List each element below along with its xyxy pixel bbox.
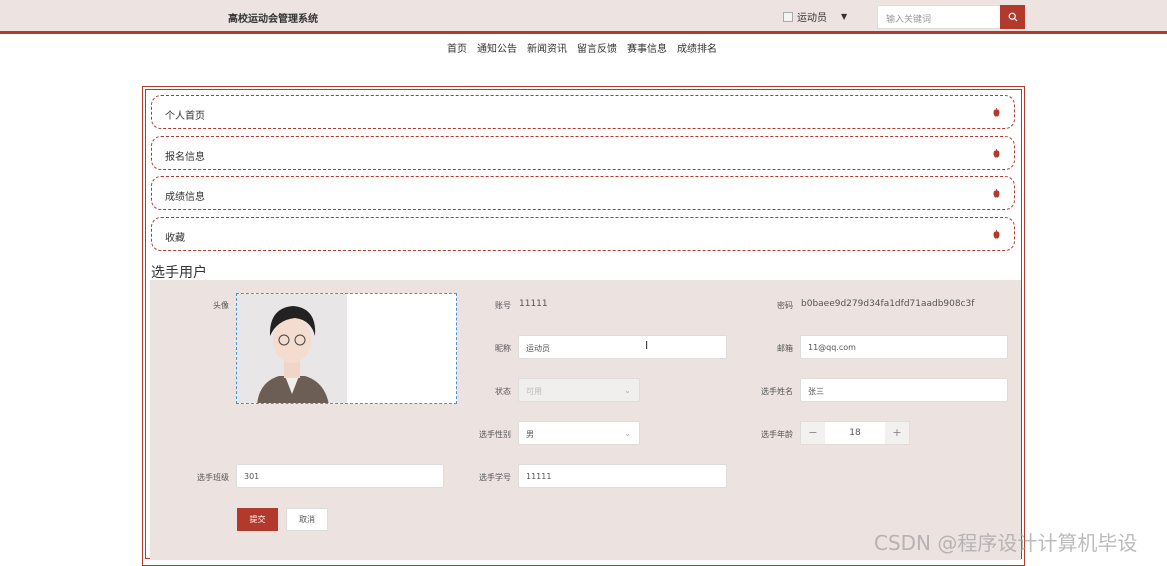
- apple-icon: [993, 149, 1000, 158]
- email-label: 邮箱: [777, 344, 793, 353]
- search-button[interactable]: [1000, 5, 1025, 29]
- nickname-label: 昵称: [495, 344, 511, 353]
- increment-button[interactable]: +: [885, 422, 909, 444]
- avatar-label: 头像: [213, 301, 229, 310]
- menu-item-favorites[interactable]: 收藏: [151, 217, 1015, 251]
- chevron-down-icon: ⌄: [624, 429, 631, 438]
- menu-item-registration[interactable]: 报名信息: [151, 136, 1015, 170]
- search-icon: [1008, 12, 1017, 22]
- user-role: 运动员: [797, 13, 827, 24]
- site-title: 高校运动会管理系统: [228, 14, 318, 25]
- age-value[interactable]: 18: [825, 422, 885, 444]
- nav-notices[interactable]: 通知公告: [477, 40, 517, 55]
- menu-item-scores[interactable]: 成绩信息: [151, 176, 1015, 210]
- password-label: 密码: [777, 301, 793, 310]
- chevron-down-icon: ▼: [841, 12, 848, 21]
- user-menu[interactable]: 运动员 ▼: [783, 9, 847, 24]
- email-field[interactable]: 11@qq.com: [800, 335, 1008, 359]
- nickname-field[interactable]: 运动员: [518, 335, 727, 359]
- menu-item-profile[interactable]: 个人首页: [151, 95, 1015, 129]
- chevron-down-icon: ⌄: [624, 386, 631, 395]
- avatar-photo: [237, 294, 347, 403]
- section-title: 选手用户: [151, 265, 207, 281]
- gender-select[interactable]: 男 ⌄: [518, 421, 640, 445]
- name-field[interactable]: 张三: [800, 378, 1008, 402]
- search-input[interactable]: 输入关键词: [877, 5, 1001, 29]
- name-label: 选手姓名: [761, 387, 793, 396]
- class-label: 选手班级: [197, 473, 229, 482]
- decrement-button[interactable]: −: [801, 422, 825, 444]
- nav-rankings[interactable]: 成绩排名: [677, 40, 717, 55]
- status-label: 状态: [495, 387, 511, 396]
- nav-home[interactable]: 首页: [447, 40, 467, 55]
- status-select[interactable]: 可用 ⌄: [518, 378, 640, 402]
- menu-item-label: 成绩信息: [165, 192, 205, 203]
- age-label: 选手年龄: [761, 430, 793, 439]
- menu-item-label: 个人首页: [165, 111, 205, 122]
- student-no-field[interactable]: 11111: [518, 464, 727, 488]
- password-value: b0baee9d279d34fa1dfd71aadb908c3f: [801, 299, 975, 309]
- watermark: CSDN @程序设计计算机毕设: [874, 531, 1138, 555]
- user-avatar-icon: [783, 11, 793, 22]
- gender-label: 选手性别: [479, 430, 511, 439]
- text-cursor-icon: I: [645, 339, 649, 352]
- main-nav: 首页 通知公告 新闻资讯 留言反馈 赛事信息 成绩排名: [447, 40, 717, 55]
- nav-events[interactable]: 赛事信息: [627, 40, 667, 55]
- status-value: 可用: [526, 387, 542, 396]
- apple-icon: [993, 230, 1000, 239]
- gender-value: 男: [526, 430, 534, 439]
- cancel-button[interactable]: 取消: [286, 508, 328, 531]
- class-field[interactable]: 301: [236, 464, 444, 488]
- menu-item-label: 收藏: [165, 233, 185, 244]
- submit-button[interactable]: 提交: [237, 508, 278, 531]
- menu-item-label: 报名信息: [165, 152, 205, 163]
- avatar-upload[interactable]: [236, 293, 457, 404]
- apple-icon: [993, 108, 1000, 117]
- nav-feedback[interactable]: 留言反馈: [577, 40, 617, 55]
- account-label: 账号: [495, 301, 511, 310]
- student-no-label: 选手学号: [479, 473, 511, 482]
- age-stepper[interactable]: − 18 +: [800, 421, 910, 445]
- nav-news[interactable]: 新闻资讯: [527, 40, 567, 55]
- apple-icon: [993, 189, 1000, 198]
- account-value: 11111: [519, 299, 548, 309]
